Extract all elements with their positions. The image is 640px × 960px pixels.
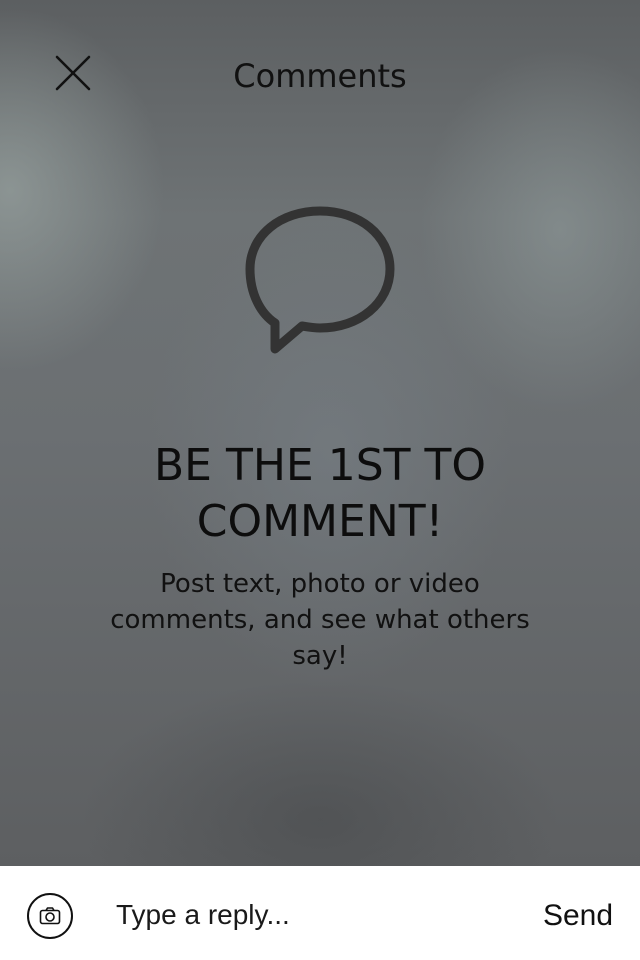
empty-state-message: Post text, photo or video comments, and … bbox=[110, 569, 530, 671]
camera-button[interactable] bbox=[27, 893, 73, 939]
send-button[interactable]: Send bbox=[530, 892, 626, 940]
camera-icon bbox=[39, 907, 61, 925]
reply-input[interactable] bbox=[112, 892, 500, 938]
speech-bubble-icon bbox=[244, 205, 396, 357]
page-title: Comments bbox=[233, 57, 407, 95]
blurred-background bbox=[0, 0, 640, 866]
empty-state-headline: BE THE 1ST TO COMMENT! bbox=[153, 440, 487, 547]
